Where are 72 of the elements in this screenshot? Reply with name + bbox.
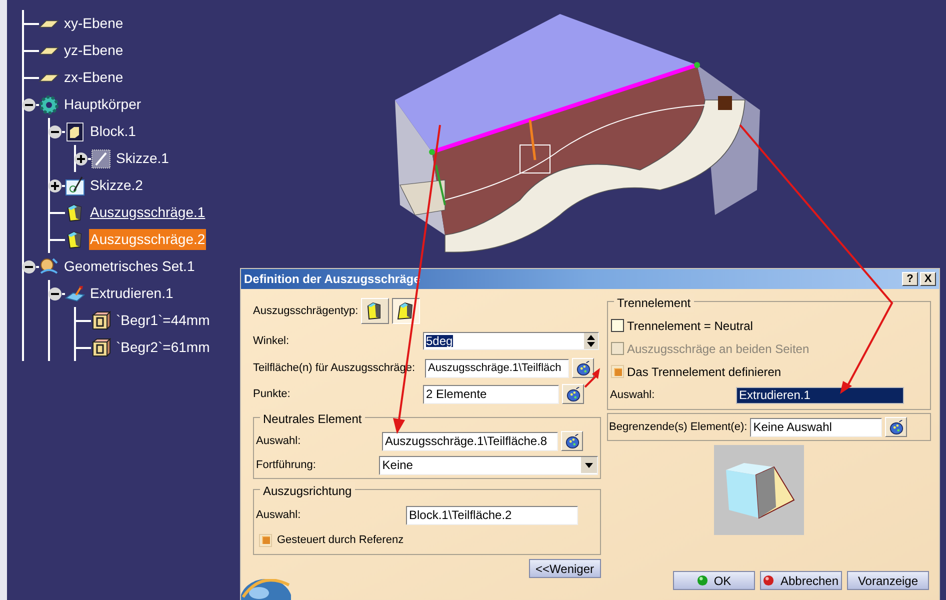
dropdown[interactable]: Keine	[379, 456, 598, 474]
gear-icon	[39, 94, 59, 114]
text-field[interactable]: 2 Elemente	[423, 384, 559, 404]
collapse-icon[interactable]	[22, 260, 36, 274]
sketch-icon	[65, 176, 85, 196]
field-label: Auswahl:	[256, 508, 302, 523]
checkbox-label: Auszugsschräge an beiden Seiten	[627, 340, 810, 358]
dropdown-value: Keine	[382, 457, 413, 474]
sketch-icon	[91, 148, 111, 168]
checkbox-label: Gesteuert durch Referenz	[277, 532, 404, 548]
plane-icon	[39, 74, 59, 82]
draft-type-button[interactable]	[392, 298, 420, 324]
tree-item[interactable]: `Begr2`=61mm	[115, 337, 211, 358]
select-button[interactable]	[572, 358, 594, 378]
collapse-icon[interactable]	[22, 98, 36, 112]
dot-icon	[763, 575, 774, 586]
text-field[interactable]: Extrudieren.1	[736, 386, 904, 404]
select-button[interactable]	[562, 384, 584, 404]
tree-item[interactable]: Block.1	[89, 121, 137, 142]
angle-field[interactable]: 5deg	[423, 332, 599, 350]
bug-icon	[566, 386, 580, 402]
select-button[interactable]	[885, 417, 908, 437]
bug-icon	[576, 360, 590, 376]
spinner-icon[interactable]	[584, 333, 598, 349]
checkbox-label: Trennelement = Neutral	[627, 318, 753, 334]
field-label: Winkel:	[253, 334, 290, 349]
extrude-icon	[65, 284, 85, 304]
field-value: 5deg	[426, 335, 453, 347]
text-field[interactable]: Auszugsschräge.1\Teilfläche.8	[382, 432, 558, 450]
tree-item[interactable]: Hauptkörper	[63, 94, 142, 115]
dot-icon	[696, 575, 708, 586]
field-label: Begrenzende(s) Element(e):	[609, 420, 748, 435]
text-field[interactable]: Block.1\Teilfläche.2	[406, 506, 578, 524]
tree-item[interactable]: xy-Ebene	[63, 13, 124, 34]
tree-item[interactable]: `Begr1`=44mm	[115, 310, 211, 331]
dialog-button[interactable]: Abbrechen	[760, 571, 842, 590]
field-label: Auswahl:	[256, 434, 302, 449]
geometric-set-icon	[39, 256, 59, 276]
select-button[interactable]	[561, 431, 583, 451]
field-label: Fortführung:	[256, 458, 317, 473]
field-label: Auswahl:	[610, 388, 656, 403]
globe-drawing	[241, 579, 291, 600]
tree-item[interactable]: yz-Ebene	[63, 40, 124, 61]
tree-item[interactable]: Skizze.2	[89, 175, 144, 196]
bug-icon	[564, 434, 580, 448]
expand-icon[interactable]	[74, 152, 88, 166]
dialog-button[interactable]: OK	[673, 571, 755, 590]
parameter-icon	[91, 338, 111, 358]
plane-icon	[39, 20, 59, 28]
plane-icon	[39, 46, 59, 54]
less-button[interactable]: <<Weniger	[528, 559, 601, 578]
checkbox-label: Das Trennelement definieren	[627, 364, 782, 380]
tree-item[interactable]: zx-Ebene	[63, 67, 124, 88]
tree-item[interactable]: Geometrisches Set.1	[63, 256, 196, 277]
help-button[interactable]: ?	[902, 272, 918, 286]
parameter-icon	[91, 310, 111, 330]
field-label: Punkte:	[253, 386, 292, 402]
tree-item[interactable]: Auszugsschräge.1	[89, 202, 206, 223]
field-label: Auszugsschrägentyp:	[253, 304, 358, 319]
text-field[interactable]: Auszugsschräge.1\Teilfläch	[425, 358, 569, 378]
collapse-icon[interactable]	[48, 286, 62, 300]
annotation-arrow	[584, 368, 600, 388]
bug-icon	[888, 420, 904, 434]
expand-icon[interactable]	[48, 178, 62, 192]
block-icon	[65, 122, 85, 142]
collapse-icon[interactable]	[48, 124, 62, 138]
dialog-button[interactable]: Voranzeige	[847, 571, 929, 590]
close-button[interactable]: X	[920, 272, 936, 286]
tree-item[interactable]: Extrudieren.1	[89, 283, 174, 304]
text-field[interactable]: Keine Auswahl	[750, 418, 882, 436]
tree-item[interactable]: Skizze.1	[115, 148, 170, 169]
checkbox[interactable]	[611, 319, 624, 332]
